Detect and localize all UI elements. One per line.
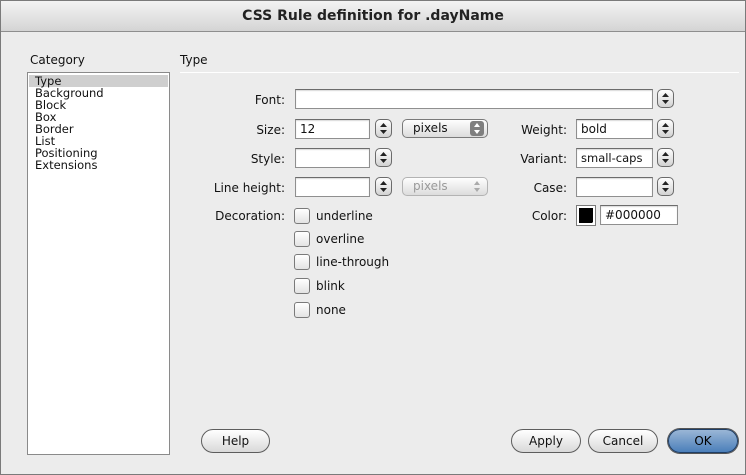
swatch-menu-corner-icon <box>590 220 595 225</box>
size-menu-button[interactable] <box>375 119 392 138</box>
dialog-title: CSS Rule definition for .dayName <box>1 1 745 32</box>
size-field[interactable]: 12 <box>295 119 370 139</box>
category-list[interactable]: Type Background Block Box Border List Po… <box>27 72 170 455</box>
font-field[interactable] <box>295 89 653 109</box>
variant-field[interactable]: small-caps <box>576 148 653 168</box>
size-unit-select[interactable]: pixels <box>402 119 488 138</box>
panel-heading: Type <box>180 53 208 67</box>
none-checkbox[interactable] <box>294 302 310 318</box>
apply-button[interactable]: Apply <box>511 429 581 453</box>
up-down-arrows-icon <box>662 93 669 104</box>
css-rule-dialog: CSS Rule definition for .dayName Categor… <box>0 0 746 475</box>
weight-label: Weight: <box>521 123 567 137</box>
underline-checkbox[interactable] <box>294 208 310 224</box>
weight-menu-button[interactable] <box>657 119 674 138</box>
weight-field[interactable]: bold <box>576 119 653 139</box>
overline-checkbox[interactable] <box>294 231 310 247</box>
style-menu-button[interactable] <box>375 148 392 167</box>
category-item-extensions[interactable]: Extensions <box>29 159 168 171</box>
style-label: Style: <box>250 152 285 166</box>
size-unit-value: pixels <box>413 121 448 135</box>
line-height-field[interactable] <box>295 177 370 197</box>
font-label: Font: <box>254 93 285 107</box>
popup-arrows-icon <box>470 179 484 194</box>
decoration-label: Decoration: <box>215 209 285 223</box>
overline-label: overline <box>316 232 365 246</box>
line-height-menu-button[interactable] <box>375 177 392 196</box>
variant-menu-button[interactable] <box>657 148 674 167</box>
font-menu-button[interactable] <box>657 89 674 108</box>
color-swatch-button[interactable] <box>576 205 596 226</box>
category-heading: Category <box>30 53 85 67</box>
blink-checkbox[interactable] <box>294 278 310 294</box>
up-down-arrows-icon <box>662 181 669 192</box>
up-down-arrows-icon <box>380 123 387 134</box>
help-button[interactable]: Help <box>201 429 270 453</box>
heading-divider <box>180 72 739 73</box>
up-down-arrows-icon <box>380 181 387 192</box>
case-menu-button[interactable] <box>657 177 674 196</box>
size-label: Size: <box>256 123 285 137</box>
case-field[interactable] <box>576 177 653 197</box>
variant-label: Variant: <box>520 152 567 166</box>
line-height-unit-value: pixels <box>413 179 448 193</box>
none-label: none <box>316 303 346 317</box>
line-height-label: Line height: <box>213 181 285 195</box>
case-label: Case: <box>533 181 567 195</box>
up-down-arrows-icon <box>662 152 669 163</box>
line-through-label: line-through <box>316 255 390 269</box>
blink-label: blink <box>316 279 345 293</box>
color-label: Color: <box>531 209 567 223</box>
up-down-arrows-icon <box>662 123 669 134</box>
underline-label: underline <box>316 209 373 223</box>
cancel-button[interactable]: Cancel <box>588 429 658 453</box>
popup-arrows-icon <box>470 121 484 136</box>
line-height-unit-select[interactable]: pixels <box>402 177 488 196</box>
color-field[interactable]: #000000 <box>600 205 678 225</box>
up-down-arrows-icon <box>380 152 387 163</box>
ok-button[interactable]: OK <box>668 429 738 453</box>
line-through-checkbox[interactable] <box>294 254 310 270</box>
style-field[interactable] <box>295 148 370 168</box>
